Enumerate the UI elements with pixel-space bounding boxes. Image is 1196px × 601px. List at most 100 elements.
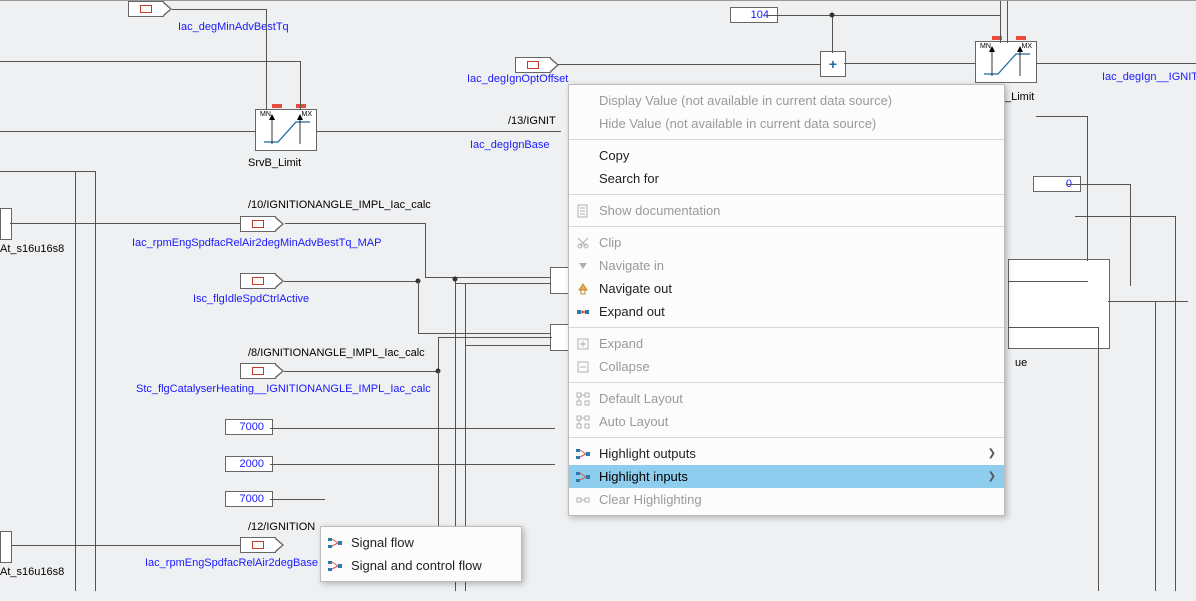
sum-block[interactable]: + (820, 51, 846, 77)
signal-stc-flgcat: Stc_flgCatalyserHeating__IGNITIONANGLE_I… (136, 383, 431, 395)
menu-item-navigate-in: Navigate in (569, 254, 1004, 277)
default-layout-icon (575, 391, 591, 407)
menu-separator (569, 382, 1004, 383)
port-isc-flgidle[interactable] (240, 273, 276, 289)
path13-label: /13/IGNIT (508, 115, 556, 127)
context-menu[interactable]: Display Value (not available in current … (568, 84, 1005, 516)
path10-label: /10/IGNITIONANGLE_IMPL_Iac_calc (248, 199, 431, 211)
srvb-limit-left-caption: SrvB_Limit (248, 157, 301, 169)
clip-icon (575, 235, 591, 251)
limit-curve-icon (976, 42, 1036, 82)
menu-item-highlight-inputs[interactable]: Highlight inputs ❯ (569, 465, 1004, 488)
chevron-right-icon: ❯ (988, 448, 996, 459)
signal-iac-degignbase: Iac_degIgnBase (470, 139, 550, 151)
menu-item-label: Expand out (599, 304, 665, 319)
menu-item-label: Signal flow (351, 535, 414, 550)
signal-iac-degignoptoffset: Iac_degIgnOptOffset (467, 73, 568, 85)
path12-label: /12/IGNITION (248, 521, 315, 533)
const-2000[interactable]: 2000 (225, 456, 273, 472)
port-stc-flgcat[interactable] (240, 363, 276, 379)
plus-icon: + (829, 56, 837, 72)
output-block-ue[interactable] (1008, 259, 1110, 349)
at-s16-top-caption: At_s16u16s8 (0, 243, 64, 255)
signal-isc-flgidle: Isc_flgIdleSpdCtrlActive (193, 293, 309, 305)
menu-item-label: Show documentation (599, 203, 720, 218)
menu-item-highlight-outputs[interactable]: Highlight outputs ❯ (569, 442, 1004, 465)
signal-control-flow-icon (327, 558, 343, 574)
op-block-a[interactable] (550, 267, 570, 294)
menu-separator (569, 139, 1004, 140)
menu-item-label: Collapse (599, 359, 650, 374)
signal-iac-rpm-base: Iac_rpmEngSpdfacRelAir2degBase (145, 557, 318, 569)
menu-item-hide-value: Hide Value (not available in current dat… (569, 112, 1004, 135)
menu-item-label: Highlight inputs (599, 469, 688, 484)
menu-item-label: Highlight outputs (599, 446, 696, 461)
highlight-inputs-submenu[interactable]: Signal flow Signal and control flow (320, 526, 522, 582)
menu-item-label: Navigate out (599, 281, 672, 296)
menu-item-label: Auto Layout (599, 414, 668, 429)
menu-item-clear-highlighting: Clear Highlighting (569, 488, 1004, 511)
auto-layout-icon (575, 414, 591, 430)
menu-item-label: Clip (599, 235, 621, 250)
hide-value-icon (575, 116, 591, 132)
menu-item-default-layout: Default Layout (569, 387, 1004, 410)
menu-item-display-value: Display Value (not available in current … (569, 89, 1004, 112)
menu-item-show-doc: Show documentation (569, 199, 1004, 222)
signal-iac-degign-ignit: Iac_degIgn__IGNIT (1102, 71, 1196, 83)
search-for-icon (575, 171, 591, 187)
display-value-icon (575, 93, 591, 109)
menu-item-label: Default Layout (599, 391, 683, 406)
port-iac-rpm-map[interactable] (240, 216, 276, 232)
port-iac-degminadv[interactable] (128, 1, 164, 17)
menu-item-label: Display Value (not available in current … (599, 93, 892, 108)
menu-separator (569, 437, 1004, 438)
menu-item-label: Clear Highlighting (599, 492, 702, 507)
at-s16-block-top[interactable] (0, 208, 12, 240)
menu-item-clip: Clip (569, 231, 1004, 254)
menu-item-expand: Expand (569, 332, 1004, 355)
chevron-right-icon: ❯ (988, 471, 996, 482)
menu-item-expand-out[interactable]: Expand out (569, 300, 1004, 323)
port-iac-rpm-base[interactable] (240, 537, 276, 553)
path8-label: /8/IGNITIONANGLE_IMPL_Iac_calc (248, 347, 425, 359)
submenu-item-signal-control-flow[interactable]: Signal and control flow (321, 554, 521, 577)
collapse-icon (575, 359, 591, 375)
at-s16-bottom-caption: At_s16u16s8 (0, 566, 64, 578)
limit-curve-icon (256, 110, 316, 150)
at-s16-block-bottom[interactable] (0, 531, 12, 563)
srvb-limit-right[interactable]: MN MX (975, 41, 1037, 83)
menu-item-search-for[interactable]: Search for (569, 167, 1004, 190)
port-iac-degignoptoffset[interactable] (515, 57, 551, 73)
copy-icon (575, 148, 591, 164)
navigate-out-icon (575, 281, 591, 297)
navigate-in-icon (575, 258, 591, 274)
menu-item-auto-layout: Auto Layout (569, 410, 1004, 433)
submenu-item-signal-flow[interactable]: Signal flow (321, 531, 521, 554)
signal-flow-icon (327, 535, 343, 551)
op-block-b[interactable] (550, 324, 570, 351)
highlight-inputs-icon (575, 469, 591, 485)
menu-item-label: Navigate in (599, 258, 664, 273)
const-7000a[interactable]: 7000 (225, 419, 273, 435)
menu-item-label: Expand (599, 336, 643, 351)
expand-icon (575, 336, 591, 352)
menu-item-copy[interactable]: Copy (569, 144, 1004, 167)
menu-item-label: Search for (599, 171, 659, 186)
signal-iac-rpm-map: Iac_rpmEngSpdfacRelAir2degMinAdvBestTq_M… (132, 237, 381, 249)
highlight-outputs-icon (575, 446, 591, 462)
menu-separator (569, 327, 1004, 328)
ue-label: ue (1015, 357, 1027, 369)
srvb-limit-left[interactable]: MN MX (255, 109, 317, 151)
clear-highlighting-icon (575, 492, 591, 508)
menu-separator (569, 226, 1004, 227)
menu-item-collapse: Collapse (569, 355, 1004, 378)
signal-iac-degminadvbesttq: Iac_degMinAdvBestTq (178, 21, 289, 33)
menu-separator (569, 194, 1004, 195)
expand-out-icon (575, 304, 591, 320)
const-7000b[interactable]: 7000 (225, 491, 273, 507)
show-doc-icon (575, 203, 591, 219)
menu-item-navigate-out[interactable]: Navigate out (569, 277, 1004, 300)
menu-item-label: Copy (599, 148, 629, 163)
menu-item-label: Signal and control flow (351, 558, 482, 573)
menu-item-label: Hide Value (not available in current dat… (599, 116, 876, 131)
